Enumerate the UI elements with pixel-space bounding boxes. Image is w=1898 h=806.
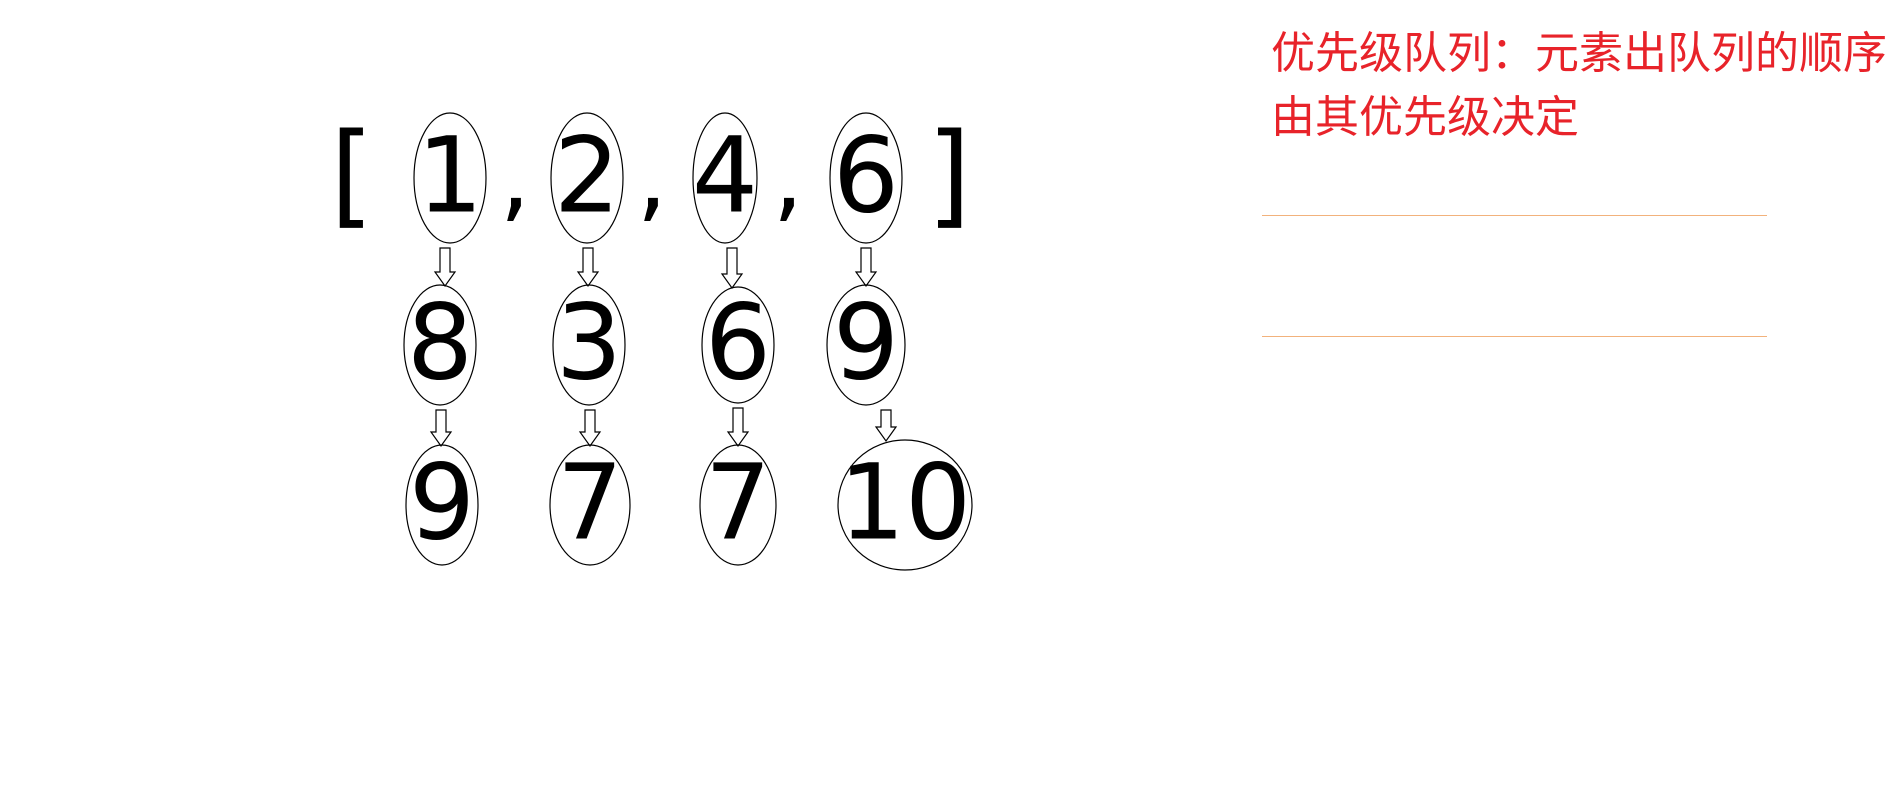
chain-node-4-2-value: 10 — [839, 441, 971, 563]
divider-line-2 — [1262, 336, 1767, 337]
chain-node-2-2-value: 7 — [557, 441, 623, 563]
top-node-3-value: 4 — [692, 114, 758, 236]
chain-node-2-1-value: 3 — [556, 281, 622, 403]
arrow-col-3-2 — [726, 407, 750, 448]
divider-line-1 — [1262, 215, 1767, 216]
top-node-4-value: 6 — [833, 114, 899, 236]
separator-comma-3: , — [773, 121, 804, 233]
arrow-col-4-1 — [854, 247, 878, 288]
separator-comma-1: , — [500, 121, 531, 233]
priority-queue-note: 优先级队列：元素出队列的顺序由其优先级决定 — [1271, 28, 1887, 143]
chain-node-3-2-value: 7 — [705, 441, 771, 563]
arrow-col-1-1 — [433, 247, 457, 288]
close-bracket: ] — [927, 110, 971, 240]
chain-node-3-1-value: 6 — [705, 281, 771, 403]
chain-node-1-1-value: 8 — [407, 281, 473, 403]
chain-node-4-1-value: 9 — [833, 281, 899, 403]
top-node-2-value: 2 — [554, 114, 620, 236]
arrow-col-4-2 — [874, 409, 898, 443]
arrow-col-2-1 — [576, 247, 600, 288]
chain-node-1-2-value: 9 — [409, 441, 475, 563]
open-bracket: [ — [330, 110, 374, 240]
top-node-1-value: 1 — [417, 114, 483, 236]
queue-nodes: 1892374676910 — [403, 112, 973, 571]
separator-comma-2: , — [637, 121, 668, 233]
